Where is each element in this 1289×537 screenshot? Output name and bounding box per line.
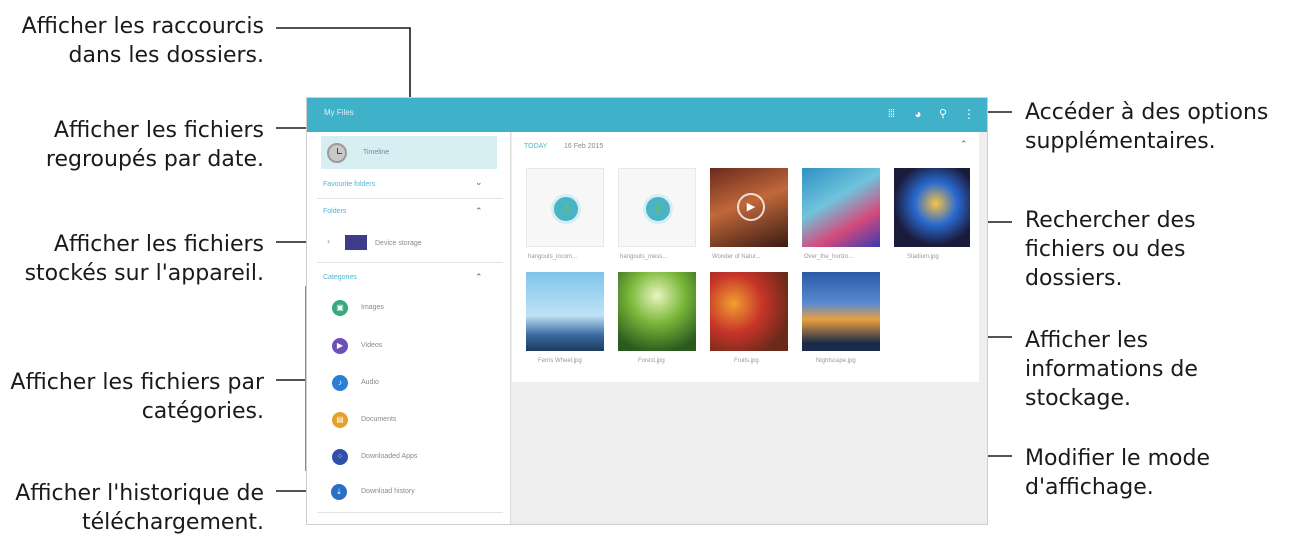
apps-icon: ⁘ (332, 449, 348, 465)
file-thumbnail[interactable] (802, 272, 880, 351)
video-icon: ▶ (332, 338, 348, 354)
sidebar-item-timeline[interactable]: Timeline (321, 136, 497, 169)
file-thumbnail[interactable]: ▶ (710, 168, 788, 247)
section-date: 16 Feb 2015 (564, 143, 604, 150)
download-icon: ⤓ (331, 484, 347, 500)
file-name: Over_the_horizo... (804, 254, 854, 260)
play-icon: ▶ (737, 193, 765, 221)
clock-icon (327, 143, 347, 163)
sidebar-item-images[interactable]: Images (361, 304, 384, 311)
annotation-timeline: Afficher les fichiers regroupés par date. (45, 118, 264, 172)
annotation-shortcuts: Afficher les raccourcis dans les dossiers… (21, 14, 264, 68)
annotation-categories: Afficher les fichiers par catégories. (10, 370, 264, 424)
sidebar-item-downloaded-apps[interactable]: Downloaded Apps (361, 453, 417, 460)
image-icon: ▣ (332, 300, 348, 316)
file-thumbnail[interactable] (894, 168, 970, 247)
file-name: Fruits.jpg (734, 358, 759, 364)
storage-pie-icon[interactable]: ◕ (910, 106, 926, 122)
app-title: My Files (324, 108, 354, 117)
favourite-folders-header[interactable]: Favourite folders (323, 181, 375, 188)
file-name: Stadium.jpg (907, 254, 939, 260)
music-icon: ♪ (332, 375, 348, 391)
file-name: Wonder of Natur... (712, 254, 761, 260)
file-name: Ferris Wheel.jpg (538, 358, 582, 364)
categories-header[interactable]: Categories (323, 274, 357, 281)
divider (317, 198, 503, 199)
chevron-right-icon[interactable]: › (327, 236, 330, 246)
file-thumbnail[interactable] (618, 272, 696, 351)
sidebar-item-download-history[interactable]: Download history (361, 488, 415, 495)
chevron-up-icon[interactable]: ⌃ (475, 272, 483, 283)
music-icon: ♪ (551, 194, 581, 224)
sidebar-item-videos[interactable]: Videos (361, 342, 382, 349)
grid-view-icon[interactable]: ⁞⁞⁞ (883, 106, 899, 122)
file-thumbnail[interactable] (526, 272, 604, 351)
annotation-view-mode: Modifier le mode d'affichage. (1025, 446, 1210, 500)
document-icon: ▤ (332, 412, 348, 428)
sidebar-item-documents[interactable]: Documents (361, 416, 396, 423)
section-today: TODAY (524, 143, 548, 150)
file-name: hangouts_mess... (620, 254, 668, 260)
divider (317, 512, 503, 513)
file-thumbnail[interactable]: ♪ (618, 168, 696, 247)
chevron-down-icon[interactable]: ⌄ (475, 177, 483, 188)
sidebar-item-audio[interactable]: Audio (361, 379, 379, 386)
search-icon[interactable]: ⚲ (935, 106, 951, 122)
file-name: hangouts_incom... (528, 254, 578, 260)
device-storage-icon (345, 235, 367, 250)
file-name: Forest.jpg (638, 358, 665, 364)
annotation-device-storage: Afficher les fichiers stockés sur l'appar… (24, 232, 264, 286)
app-bar: My Files ⁞⁞⁞ ◕ ⚲ ⋮ (307, 98, 987, 132)
chevron-up-icon[interactable]: ⌃ (960, 139, 968, 150)
sidebar-item-label: Timeline (363, 149, 390, 156)
folders-header[interactable]: Folders (323, 208, 346, 215)
my-files-screen: My Files ⁞⁞⁞ ◕ ⚲ ⋮ Timeline Favourite fo… (306, 97, 988, 525)
annotation-more-options: Accéder à des options supplémentaires. (1025, 100, 1269, 154)
file-name: Nightscape.jpg (816, 358, 856, 364)
sidebar-item-device-storage[interactable]: Device storage (375, 240, 422, 247)
file-thumbnail[interactable] (710, 272, 788, 351)
file-thumbnail[interactable] (802, 168, 880, 247)
chevron-up-icon[interactable]: ⌃ (475, 206, 483, 217)
file-thumbnail[interactable]: ♪ (526, 168, 604, 247)
more-options-icon[interactable]: ⋮ (961, 106, 977, 122)
music-icon: ♪ (643, 194, 673, 224)
annotation-download-history: Afficher l'historique de téléchargement. (15, 481, 264, 535)
annotation-storage-info: Afficher les informations de stockage. (1025, 328, 1198, 411)
annotation-search: Rechercher des fichiers ou des dossiers. (1025, 208, 1196, 291)
sidebar: Timeline Favourite folders ⌄ Folders ⌃ ›… (307, 132, 511, 524)
divider (317, 262, 503, 263)
timeline-panel: TODAY 16 Feb 2015 ⌃ ♪ ♪ ▶ hangouts_incom… (512, 132, 979, 382)
